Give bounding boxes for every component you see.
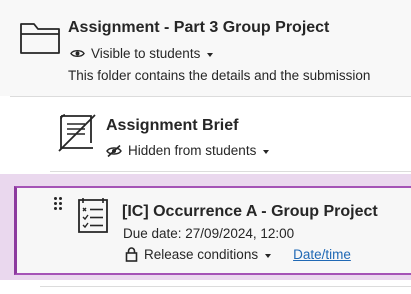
checklist-icon	[78, 198, 108, 233]
folder-description: This folder contains the details and the…	[68, 68, 371, 83]
folder-icon	[20, 23, 60, 54]
document-item[interactable]: Assignment Brief Hidden from students	[0, 97, 411, 171]
folder-visibility-dropdown[interactable]: Visible to students	[70, 46, 214, 61]
document-title[interactable]: Assignment Brief	[106, 117, 238, 135]
folder-visibility-label: Visible to students	[91, 46, 201, 61]
test-title[interactable]: [IC] Occurrence A - Group Project	[122, 203, 378, 221]
document-visibility-label: Hidden from students	[128, 143, 257, 158]
document-icon	[58, 114, 96, 152]
eye-icon	[70, 50, 85, 57]
release-conditions-dropdown[interactable]: Release conditions	[144, 247, 258, 262]
chevron-down-icon[interactable]	[265, 253, 272, 258]
course-content-list: Assignment - Part 3 Group Project Visibl…	[0, 0, 411, 294]
divider	[40, 286, 411, 287]
document-visibility-dropdown[interactable]: Hidden from students	[106, 143, 270, 158]
drag-handle-icon[interactable]	[54, 197, 62, 211]
divider	[50, 171, 411, 172]
folder-title[interactable]: Assignment - Part 3 Group Project	[68, 19, 329, 37]
folder-item[interactable]: Assignment - Part 3 Group Project Visibl…	[0, 0, 411, 96]
eye-slash-icon	[106, 144, 122, 157]
release-conditions-row: Release conditions Date/time	[125, 247, 351, 262]
test-item[interactable]: [IC] Occurrence A - Group Project Due da…	[14, 186, 411, 275]
chevron-down-icon	[207, 52, 214, 57]
lock-icon	[125, 247, 138, 262]
date-time-link[interactable]: Date/time	[293, 247, 351, 262]
due-date: Due date: 27/09/2024, 12:00	[123, 226, 295, 241]
chevron-down-icon	[263, 149, 270, 154]
